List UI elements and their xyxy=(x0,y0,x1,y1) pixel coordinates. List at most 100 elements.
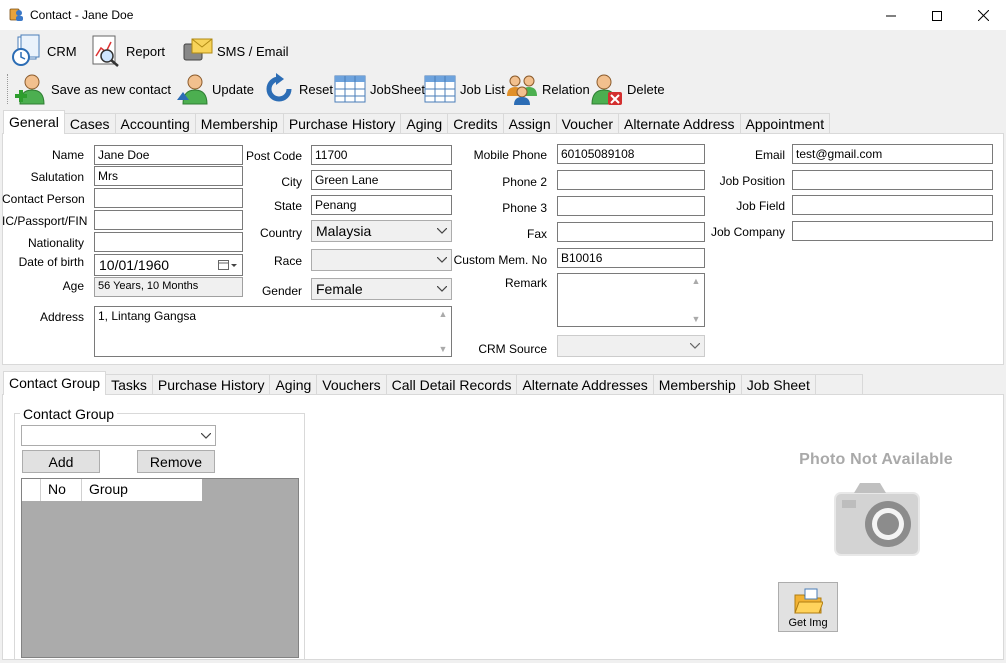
col-group-header[interactable]: Group xyxy=(82,479,202,501)
dob-picker[interactable]: 10/01/1960 xyxy=(94,254,243,276)
tab-voucher[interactable]: Voucher xyxy=(555,113,619,134)
postcode-field[interactable]: 11700 xyxy=(311,145,452,165)
save-new-contact-button[interactable]: Save as new contact xyxy=(14,72,171,106)
tab-call-detail-records[interactable]: Call Detail Records xyxy=(385,374,518,395)
group-grid-header: No Group xyxy=(22,479,202,501)
race-dropdown[interactable] xyxy=(311,249,452,271)
camera-icon xyxy=(832,480,920,561)
phone2-field[interactable] xyxy=(557,170,705,190)
tab-alternate-address[interactable]: Alternate Address xyxy=(617,113,741,134)
tab-credits[interactable]: Credits xyxy=(447,113,504,134)
relation-label: Relation xyxy=(542,81,590,97)
tab-bottom-membership[interactable]: Membership xyxy=(652,374,742,395)
close-button[interactable] xyxy=(960,0,1006,31)
salutation-label: Salutation xyxy=(30,170,84,184)
tab-bottom-aging[interactable]: Aging xyxy=(269,374,318,395)
crm-source-dropdown[interactable] xyxy=(557,335,705,357)
nationality-label: Nationality xyxy=(27,236,84,250)
tab-general[interactable]: General xyxy=(3,110,65,134)
job-list-icon xyxy=(424,75,456,103)
email-label: Email xyxy=(754,148,785,162)
address-field[interactable]: 1, Lintang Gangsa ▲ ▼ xyxy=(94,306,452,357)
add-group-button[interactable]: Add xyxy=(22,450,100,473)
state-field[interactable]: Penang xyxy=(311,195,452,215)
job-list-button[interactable]: Job List xyxy=(423,72,505,106)
custom-mem-field[interactable]: B10016 xyxy=(557,248,705,268)
nationality-field[interactable] xyxy=(94,232,243,252)
tab-membership[interactable]: Membership xyxy=(194,113,284,134)
fax-label: Fax xyxy=(526,227,547,241)
tab-assign[interactable]: Assign xyxy=(502,113,557,134)
add-user-icon xyxy=(15,74,45,105)
relation-button[interactable]: Relation xyxy=(505,72,590,106)
remove-group-button[interactable]: Remove xyxy=(137,450,215,473)
job-company-field[interactable] xyxy=(792,221,993,241)
race-label: Race xyxy=(273,254,302,268)
mobile-phone-label: Mobile Phone xyxy=(473,148,547,162)
calendar-icon[interactable] xyxy=(218,259,238,271)
phone3-field[interactable] xyxy=(557,196,705,216)
tab-accounting[interactable]: Accounting xyxy=(114,113,196,134)
dob-label: Date of birth xyxy=(18,255,84,269)
fax-field[interactable] xyxy=(557,222,705,242)
tab-purchase-history[interactable]: Purchase History xyxy=(282,113,402,134)
tab-appointment[interactable]: Appointment xyxy=(739,113,831,134)
tab-cases[interactable]: Cases xyxy=(63,113,116,134)
sms-email-button[interactable]: SMS / Email xyxy=(180,34,289,68)
country-dropdown[interactable]: Malaysia xyxy=(311,220,452,242)
folder-icon xyxy=(794,588,823,614)
report-label: Report xyxy=(126,43,166,59)
reset-button[interactable]: Reset xyxy=(262,72,333,106)
group-grid[interactable] xyxy=(21,478,299,658)
name-field[interactable]: Jane Doe xyxy=(94,145,243,165)
contact-group-legend: Contact Group xyxy=(20,406,118,422)
crm-button[interactable]: CRM xyxy=(10,34,77,68)
tab-alternate-addresses[interactable]: Alternate Addresses xyxy=(516,374,654,395)
minimize-icon xyxy=(886,15,896,16)
tab-job-sheet[interactable]: Job Sheet xyxy=(740,374,816,395)
tab-contact-group[interactable]: Contact Group xyxy=(3,371,107,395)
phone3-label: Phone 3 xyxy=(502,201,547,215)
country-label: Country xyxy=(259,226,302,240)
job-position-field[interactable] xyxy=(792,170,993,190)
ic-passport-field[interactable] xyxy=(94,210,243,230)
jobsheet-icon xyxy=(334,75,366,103)
chevron-down-icon xyxy=(690,343,700,349)
report-icon xyxy=(92,35,119,67)
address-value: 1, Lintang Gangsa xyxy=(98,309,197,323)
refresh-icon xyxy=(266,73,292,102)
contact-group-dropdown[interactable] xyxy=(21,425,216,446)
get-img-button[interactable]: Get Img xyxy=(778,582,838,632)
age-field: 56 Years, 10 Months xyxy=(94,277,243,297)
gender-dropdown[interactable]: Female xyxy=(311,278,452,300)
custom-mem-label: Custom Mem. No xyxy=(453,253,547,267)
chevron-down-icon xyxy=(201,432,211,439)
delete-user-icon xyxy=(591,74,622,105)
jobsheet-button[interactable]: JobSheet xyxy=(333,72,425,106)
tab-vouchers[interactable]: Vouchers xyxy=(316,374,387,395)
jobsheet-label: JobSheet xyxy=(370,81,425,97)
dob-value: 10/01/1960 xyxy=(99,257,170,273)
address-scrollbar[interactable]: ▲ ▼ xyxy=(435,307,451,356)
remark-scrollbar[interactable]: ▲ ▼ xyxy=(688,274,704,326)
contact-person-field[interactable] xyxy=(94,188,243,208)
col-no-header[interactable]: No xyxy=(41,479,82,501)
job-field-field[interactable] xyxy=(792,195,993,215)
remark-field[interactable]: ▲ ▼ xyxy=(557,273,705,327)
mobile-phone-field[interactable]: 60105089108 xyxy=(557,144,705,164)
delete-button[interactable]: Delete xyxy=(590,72,665,106)
tab-aging[interactable]: Aging xyxy=(400,113,449,134)
minimize-button[interactable] xyxy=(868,0,914,31)
close-icon xyxy=(977,10,989,21)
app-icon xyxy=(9,7,25,23)
report-button[interactable]: Report xyxy=(89,34,165,68)
chevron-down-icon xyxy=(437,286,447,292)
maximize-button[interactable] xyxy=(914,0,960,31)
city-field[interactable]: Green Lane xyxy=(311,170,452,190)
email-field[interactable]: test@gmail.com xyxy=(792,144,993,164)
update-button[interactable]: Update xyxy=(175,72,254,106)
salutation-field[interactable]: Mrs xyxy=(94,166,243,186)
tab-bottom-purchase-history[interactable]: Purchase History xyxy=(151,374,271,395)
tab-tasks[interactable]: Tasks xyxy=(105,374,153,395)
ic-passport-label: IC/Passport/FIN xyxy=(2,214,88,228)
